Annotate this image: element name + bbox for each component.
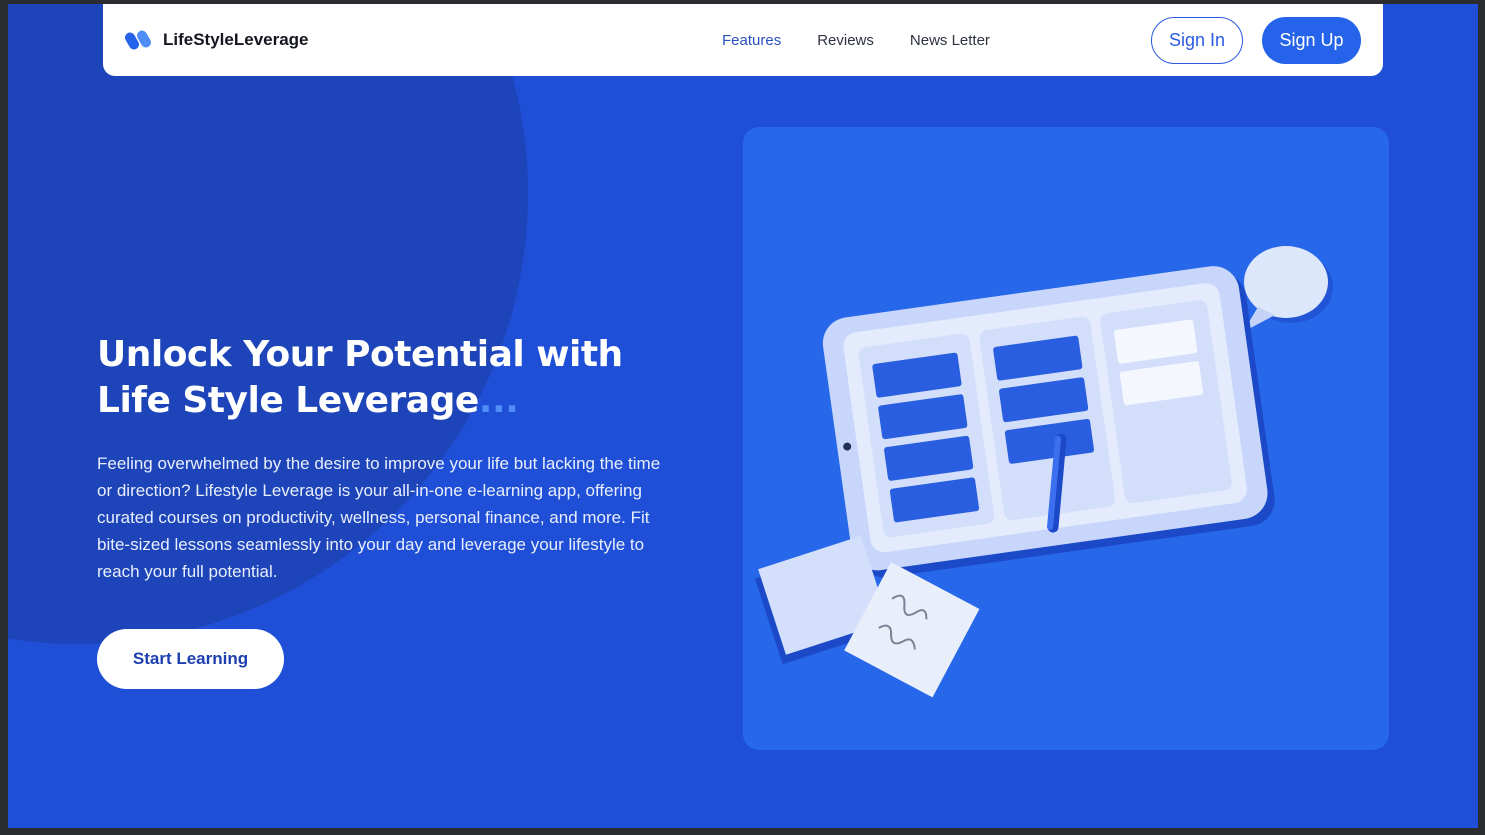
- page-frame: LifeStyleLeverage Features Reviews News …: [8, 4, 1478, 828]
- start-learning-button[interactable]: Start Learning: [97, 629, 284, 689]
- hero-title-line1: Unlock Your Potential with: [97, 334, 623, 375]
- nav-links: Features Reviews News Letter: [722, 32, 990, 49]
- navbar: LifeStyleLeverage Features Reviews News …: [103, 4, 1383, 76]
- tablet-icon: [822, 266, 1275, 578]
- brand[interactable]: LifeStyleLeverage: [125, 24, 309, 56]
- hero-title-line2: Life Style Leverage: [97, 380, 479, 421]
- nav-link-reviews[interactable]: Reviews: [817, 32, 874, 49]
- hero-description: Feeling overwhelmed by the desire to imp…: [97, 454, 661, 581]
- speech-bubble-icon: [1243, 246, 1333, 332]
- tablet-kanban-board-illustration: [754, 246, 1333, 698]
- nav-link-newsletter[interactable]: News Letter: [910, 32, 990, 49]
- lifestyle-leverage-logo-icon: [125, 30, 151, 50]
- nav-link-features[interactable]: Features: [722, 32, 781, 49]
- hero-illustration-card: [743, 127, 1389, 750]
- hero-title: Unlock Your Potential with Life Style Le…: [97, 332, 697, 424]
- hero-title-dots: ...: [478, 380, 519, 421]
- sign-in-button[interactable]: Sign In: [1151, 17, 1243, 64]
- brand-name: LifeStyleLeverage: [163, 30, 309, 49]
- sign-up-button[interactable]: Sign Up: [1262, 17, 1361, 64]
